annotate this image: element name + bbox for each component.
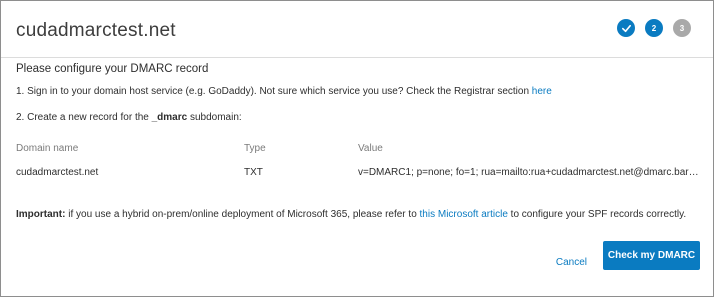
check-icon [621, 24, 631, 32]
step-1-complete [617, 19, 635, 37]
dialog-header: cudadmarctest.net 2 3 [1, 1, 713, 58]
record-table-header: Domain name Type Value [16, 143, 700, 157]
important-suffix: to configure your SPF records correctly. [507, 209, 687, 220]
instruction-step-2-suffix: subdomain: [187, 112, 242, 123]
important-note: Important: if you use a hybrid on-prem/o… [16, 208, 700, 222]
check-dmarc-button[interactable]: Check my DMARC [603, 241, 700, 270]
instruction-step-2-prefix: 2. Create a new record for the [16, 112, 152, 123]
column-header-type: Type [244, 143, 266, 154]
step-3-pending: 3 [673, 19, 691, 37]
step-indicator: 2 3 [617, 19, 691, 37]
subdomain-name: _dmarc [151, 112, 188, 123]
dialog-title: cudadmarctest.net [16, 20, 176, 41]
important-text: if you use a hybrid on-prem/online deplo… [65, 209, 420, 220]
instruction-step-1-text: 1. Sign in to your domain host service (… [16, 86, 532, 97]
step-2-active: 2 [645, 19, 663, 37]
dmarc-setup-dialog: cudadmarctest.net 2 3 Please configure y… [0, 0, 714, 297]
instruction-step-1: 1. Sign in to your domain host service (… [16, 86, 552, 97]
record-domain: cudadmarctest.net [16, 167, 99, 178]
record-value[interactable]: v=DMARC1; p=none; fo=1; rua=mailto:rua+c… [358, 167, 700, 178]
table-row: cudadmarctest.net TXT v=DMARC1; p=none; … [16, 167, 700, 181]
important-label: Important: [16, 209, 66, 220]
cancel-button[interactable]: Cancel [556, 257, 587, 268]
instruction-step-2: 2. Create a new record for the _dmarc su… [16, 112, 242, 123]
column-header-domain: Domain name [16, 143, 79, 154]
section-heading: Please configure your DMARC record [16, 63, 209, 75]
dialog-footer: Cancel Check my DMARC [1, 240, 713, 296]
column-header-value: Value [358, 143, 383, 154]
microsoft-article-link[interactable]: this Microsoft article [420, 209, 508, 220]
record-type: TXT [244, 167, 263, 178]
registrar-link[interactable]: here [532, 86, 552, 97]
